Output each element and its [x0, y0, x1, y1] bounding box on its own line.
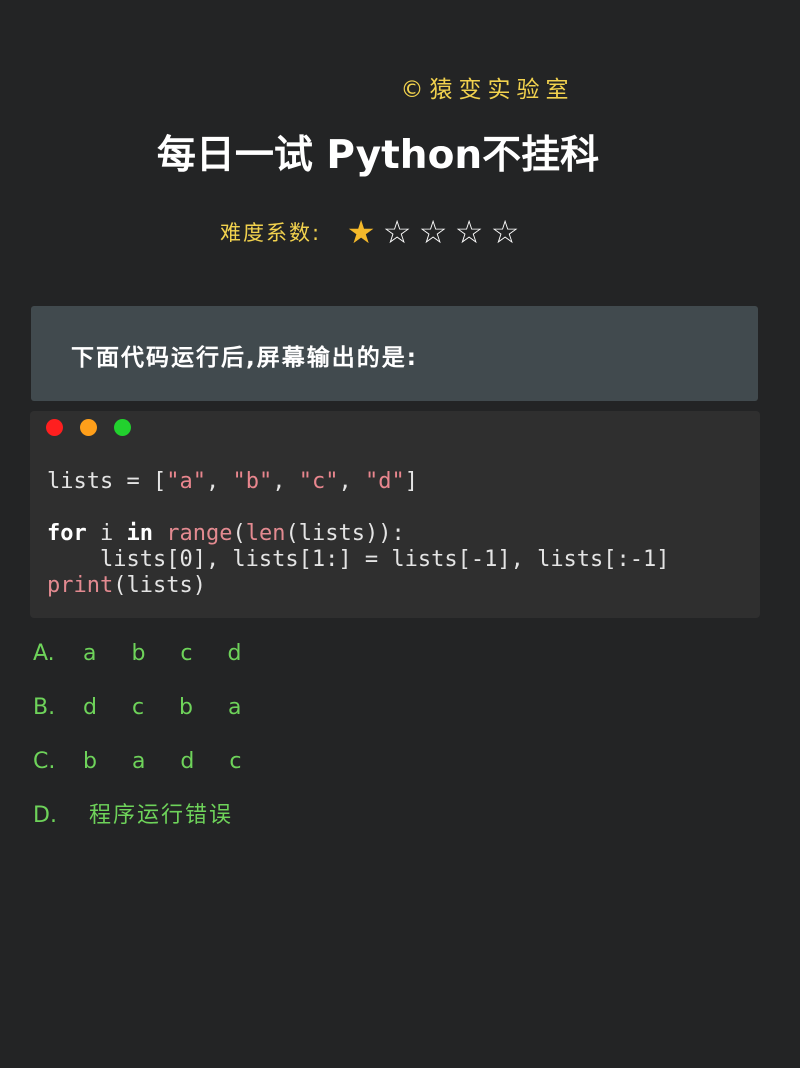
option-letter: A.: [33, 641, 55, 666]
option-text: b a d c: [83, 749, 256, 774]
code-window: lists = ["a", "b", "c", "d"] for i in ra…: [30, 411, 760, 618]
star-empty-icon: ☆: [418, 213, 448, 251]
option-letter: B.: [33, 695, 56, 720]
star-empty-icon: ☆: [454, 213, 484, 251]
difficulty-label: 难度系数:: [220, 221, 322, 245]
option-letter: D.: [33, 803, 57, 828]
code-line-4: print(lists): [47, 573, 206, 598]
code-line-3: lists[0], lists[1:] = lists[-1], lists[:…: [47, 547, 670, 572]
option-text: a b c d: [83, 641, 256, 666]
difficulty-rating: 难度系数: ★ ☆ ☆ ☆ ☆: [220, 213, 523, 251]
option-text: d c b a: [83, 695, 256, 720]
option-text: 程序运行错误: [89, 803, 234, 828]
code-block: lists = ["a", "b", "c", "d"] for i in ra…: [47, 469, 670, 599]
option-letter: C.: [33, 749, 56, 774]
star-empty-icon: ☆: [490, 213, 520, 251]
star-empty-icon: ☆: [382, 213, 412, 251]
option-d[interactable]: D. 程序运行错误: [33, 802, 256, 856]
answer-options: A. a b c d B. d c b a C. b a d c D. 程序运行…: [33, 640, 256, 856]
question-box: 下面代码运行后,屏幕输出的是:: [31, 306, 758, 401]
option-c[interactable]: C. b a d c: [33, 748, 256, 802]
question-text: 下面代码运行后,屏幕输出的是:: [71, 345, 418, 371]
minimize-dot-icon: [80, 419, 97, 436]
option-b[interactable]: B. d c b a: [33, 694, 256, 748]
star-rating: ★ ☆ ☆ ☆ ☆: [343, 213, 523, 251]
close-dot-icon: [46, 419, 63, 436]
option-a[interactable]: A. a b c d: [33, 640, 256, 694]
window-controls: [46, 419, 148, 436]
brand-watermark: ©猿变实验室: [400, 77, 575, 103]
maximize-dot-icon: [114, 419, 131, 436]
page-title: 每日一试 Python不挂科: [156, 133, 600, 178]
star-filled-icon: ★: [346, 213, 376, 251]
code-line-2: for i in range(len(lists)):: [47, 521, 405, 546]
code-line-1: lists = ["a", "b", "c", "d"]: [47, 469, 418, 494]
